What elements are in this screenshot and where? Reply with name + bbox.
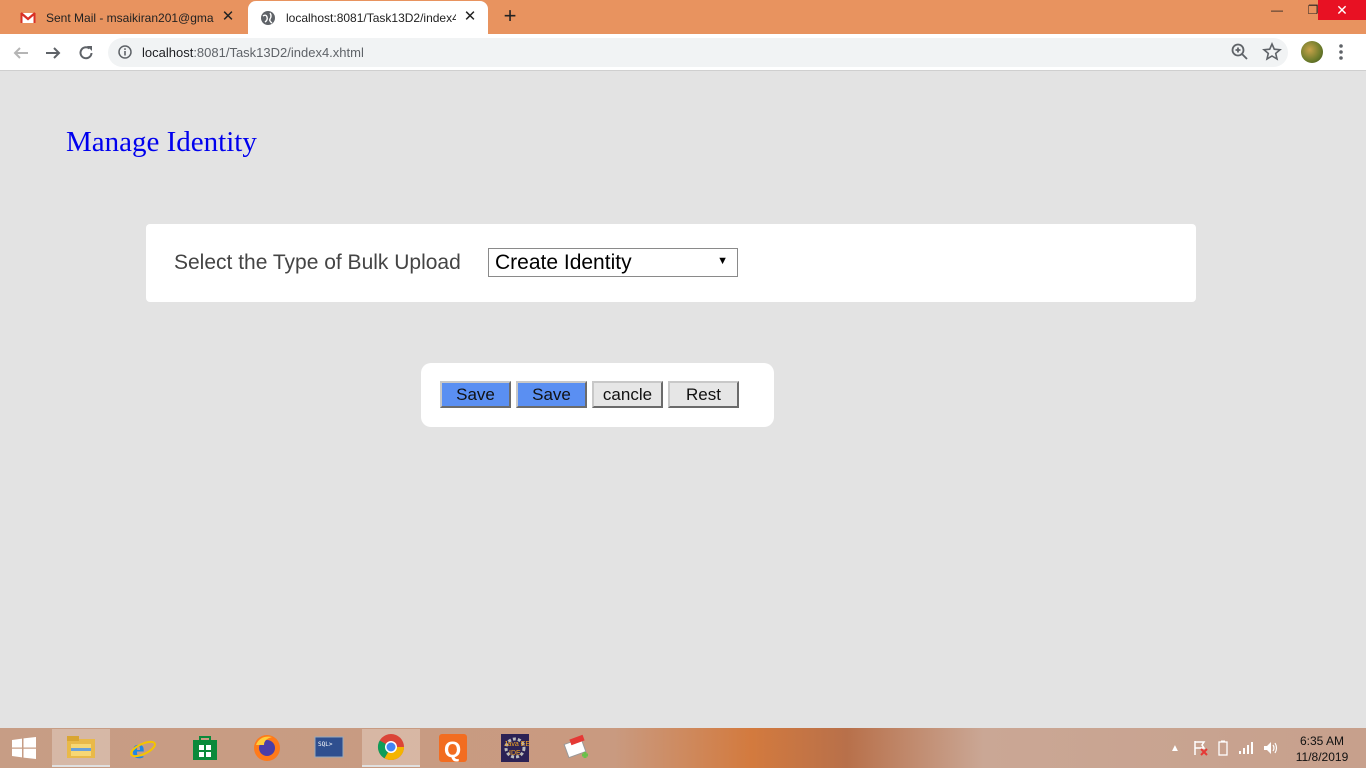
svg-text:SQL>: SQL>	[318, 741, 333, 748]
taskbar-clock[interactable]: 6:35 AM 11/8/2019	[1286, 733, 1358, 765]
gmail-icon	[20, 11, 36, 23]
file-explorer-icon	[67, 736, 95, 758]
svg-text:Q: Q	[444, 737, 461, 762]
globe-icon	[261, 10, 275, 25]
address-bar[interactable]: localhost:8081/Task13D2/index4.xhtml	[108, 38, 1288, 67]
more-menu-icon[interactable]	[1336, 42, 1346, 62]
taskbar-chrome[interactable]	[362, 729, 420, 767]
info-icon[interactable]	[118, 45, 132, 59]
dropdown-arrow-icon: ▼	[717, 255, 728, 267]
bookmark-star-icon[interactable]	[1262, 42, 1282, 62]
system-tray: ▲	[1170, 728, 1278, 768]
action-buttons-panel: Save Save cancle Rest	[421, 363, 774, 427]
tab-title: Sent Mail - msaikiran201@gmail.	[46, 10, 214, 25]
clock-time: 6:35 AM	[1299, 734, 1345, 748]
back-arrow-icon	[13, 47, 28, 59]
cancel-button[interactable]: cancle	[592, 381, 663, 408]
paint-icon	[563, 734, 588, 759]
chrome-icon	[377, 734, 405, 761]
clock-date: 11/8/2019	[1295, 750, 1349, 764]
q-app-icon: Q	[439, 734, 467, 762]
taskbar-java-ee-ide[interactable]: Java EE IDE	[486, 729, 544, 767]
taskbar-sql-developer[interactable]: SQL>	[300, 729, 358, 767]
svg-text:IDE: IDE	[509, 750, 521, 757]
url-text[interactable]: localhost:8081/Task13D2/index4.xhtml	[142, 45, 364, 60]
internet-explorer-icon: e	[130, 734, 156, 763]
bulk-upload-label: Select the Type of Bulk Upload	[174, 251, 461, 274]
zoom-icon[interactable]	[1230, 42, 1250, 62]
taskbar-paint[interactable]	[548, 729, 606, 767]
page-title: Manage Identity	[66, 126, 257, 158]
sql-developer-icon: SQL>	[314, 736, 344, 758]
bulk-upload-type-select[interactable]: Create Identity ▼	[488, 248, 738, 277]
taskbar-internet-explorer[interactable]: e	[114, 729, 172, 767]
forward-arrow-icon	[46, 47, 61, 59]
tab-strip: Sent Mail - msaikiran201@gmail. ✕ localh…	[0, 0, 1366, 34]
selected-value: Create Identity	[495, 251, 632, 274]
save-button[interactable]: Save	[440, 381, 511, 408]
reload-button[interactable]	[73, 40, 99, 66]
store-icon	[193, 736, 217, 760]
bulk-upload-panel: Select the Type of Bulk Upload Create Id…	[146, 224, 1196, 302]
url-path: :8081/Task13D2/index4.xhtml	[193, 45, 364, 60]
taskbar-firefox[interactable]	[238, 729, 296, 767]
taskbar-store[interactable]	[176, 729, 234, 767]
profile-avatar[interactable]	[1301, 41, 1323, 63]
save-button-2[interactable]: Save	[516, 381, 587, 408]
tab-title: localhost:8081/Task13D2/index4	[286, 10, 456, 25]
close-window-button[interactable]: ✕	[1318, 0, 1366, 20]
network-signal-icon[interactable]	[1238, 741, 1254, 755]
reset-button[interactable]: Rest	[668, 381, 739, 408]
taskbar-file-explorer[interactable]	[52, 729, 110, 767]
java-ee-ide-icon: Java EE IDE	[501, 734, 530, 762]
reload-icon	[79, 46, 93, 60]
close-tab-icon[interactable]: ✕	[220, 9, 236, 25]
url-host: localhost	[142, 45, 194, 60]
action-center-flag-icon[interactable]	[1192, 740, 1208, 756]
tab-gmail[interactable]: Sent Mail - msaikiran201@gmail. ✕	[8, 1, 246, 34]
firefox-icon	[254, 735, 280, 761]
battery-icon[interactable]	[1218, 740, 1228, 756]
forward-button[interactable]	[40, 40, 66, 66]
svg-text:Java EE: Java EE	[504, 741, 530, 748]
new-tab-button[interactable]: +	[498, 4, 522, 28]
taskbar-q-app[interactable]: Q	[424, 729, 482, 767]
windows-start-icon[interactable]	[10, 737, 38, 759]
volume-icon[interactable]	[1262, 740, 1278, 756]
windows-taskbar: e SQL> Q Java EE IDE ▲ 6:35 AM 11/8/2019	[0, 728, 1366, 768]
browser-toolbar: localhost:8081/Task13D2/index4.xhtml	[0, 34, 1366, 71]
back-button[interactable]	[8, 40, 34, 66]
tab-localhost[interactable]: localhost:8081/Task13D2/index4 ✕	[248, 1, 488, 34]
close-tab-icon[interactable]: ✕	[462, 9, 478, 25]
show-hidden-icons-icon[interactable]: ▲	[1170, 743, 1180, 754]
